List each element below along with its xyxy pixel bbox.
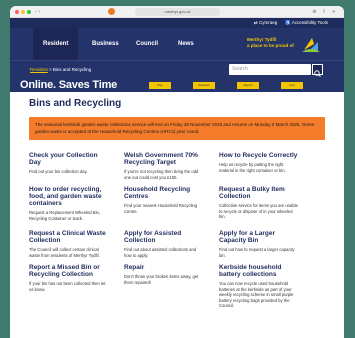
- card-text: Collection service for items you are una…: [219, 203, 298, 220]
- card-title[interactable]: Kerbside household battery collections: [219, 264, 299, 278]
- search-input[interactable]: Search: [229, 64, 311, 75]
- card-household-recycling-centres[interactable]: Household Recycling Centres Find your nea…: [124, 186, 204, 230]
- main-content: Bins and Recycling The seasonal kerbside…: [10, 98, 344, 308]
- banner-chip-pay[interactable]: Pay: [149, 82, 171, 89]
- card-text: Find out how to request a larger capacit…: [219, 247, 295, 258]
- card-text: You can now recycle used household batte…: [219, 281, 294, 308]
- accessibility-tools-link[interactable]: ♿ Accessibility Tools: [285, 20, 328, 26]
- search-button[interactable]: [312, 64, 323, 77]
- banner-chip-your[interactable]: Your: [281, 82, 303, 89]
- card-title[interactable]: Check your Collection Day: [29, 152, 109, 166]
- browser-toolbar: ‹ › merthyr.gov.uk ⊕ ⇧ +: [10, 6, 344, 18]
- card-bulky-item[interactable]: Request a Bulky Item Collection Collectio…: [219, 186, 299, 230]
- card-repair[interactable]: Repair Don't throw your broken items away…: [124, 264, 204, 308]
- close-dot[interactable]: [15, 9, 19, 14]
- card-title[interactable]: Repair: [124, 264, 204, 271]
- card-text: Find out your bin collection day.: [29, 169, 88, 174]
- card-title[interactable]: How to order recycling, food, and garden…: [29, 186, 109, 207]
- card-text: Help us recycle by putting the right mat…: [219, 162, 286, 173]
- nav-resident[interactable]: Resident: [33, 28, 79, 60]
- card-title[interactable]: How to Recycle Correctly: [219, 152, 299, 159]
- card-text: Don't throw your broken items away, get …: [124, 274, 199, 285]
- main-nav: Resident Business Council News Merthyr T…: [10, 28, 344, 60]
- banner-chip-request[interactable]: Request: [193, 82, 215, 89]
- card-recycle-correctly[interactable]: How to Recycle Correctly Help us recycle …: [219, 152, 299, 186]
- breadcrumb-current: Bins and Recycling: [52, 67, 92, 72]
- card-order-containers[interactable]: How to order recycling, food, and garden…: [29, 186, 109, 230]
- card-text: Request a Replacement Wheeled Bin, Recyc…: [29, 210, 100, 221]
- card-clinical-waste[interactable]: Request a Clinical Waste Collection The C…: [29, 230, 109, 264]
- card-title[interactable]: Request a Bulky Item Collection: [219, 186, 299, 200]
- zoom-dot[interactable]: [27, 9, 31, 14]
- card-title[interactable]: Apply for Assisted Collection: [124, 230, 204, 244]
- banner-chip-report[interactable]: Report: [237, 82, 259, 89]
- card-text: Find your nearest Household Recycling Ce…: [124, 203, 198, 214]
- breadcrumb: Resident > Bins and Recycling: [30, 67, 91, 72]
- alert-banner: The seasonal kerbside garden waste colle…: [29, 117, 325, 140]
- card-larger-bin[interactable]: Apply for a Larger Capacity Bin Find out …: [219, 230, 299, 264]
- service-card-grid: Check your Collection Day Find out your b…: [29, 152, 325, 308]
- site-favicon-icon: [108, 8, 115, 15]
- card-text: If you're not recycling then bring the o…: [124, 169, 199, 180]
- banner-title: Online. Saves Time: [20, 79, 118, 91]
- card-title[interactable]: Household Recycling Centres: [124, 186, 204, 200]
- council-logo-text[interactable]: Merthyr Tydfil a place to be proud of: [247, 37, 294, 49]
- logo-line-2: a place to be proud of: [247, 43, 294, 48]
- browser-window: ‹ › merthyr.gov.uk ⊕ ⇧ + ⇄ Cymraeg ♿ Acc…: [10, 6, 344, 338]
- card-check-collection-day[interactable]: Check your Collection Day Find out your b…: [29, 152, 109, 186]
- card-title[interactable]: Apply for a Larger Capacity Bin: [219, 230, 299, 244]
- back-forward-icon[interactable]: ‹ ›: [35, 6, 41, 18]
- card-missed-bin[interactable]: Report a Missed Bin or Recycling Collect…: [29, 264, 109, 308]
- card-battery-collections[interactable]: Kerbside household battery collections Yo…: [219, 264, 299, 308]
- card-title[interactable]: Welsh Government 70% Recycling Target: [124, 152, 204, 166]
- browser-actions-icon[interactable]: ⊕ ⇧ +: [312, 6, 338, 18]
- nav-council[interactable]: Council: [136, 41, 158, 47]
- card-text: Find out about assisted collections and …: [124, 247, 197, 258]
- cymraeg-link[interactable]: ⇄ Cymraeg: [254, 20, 277, 26]
- page-title: Bins and Recycling: [29, 98, 122, 109]
- breadcrumb-bar: Resident > Bins and Recycling Search: [10, 60, 344, 78]
- card-welsh-government-target[interactable]: Welsh Government 70% Recycling Target If …: [124, 152, 204, 186]
- utility-bar: ⇄ Cymraeg ♿ Accessibility Tools: [10, 18, 344, 28]
- address-bar[interactable]: merthyr.gov.uk: [135, 8, 220, 16]
- card-title[interactable]: Request a Clinical Waste Collection: [29, 230, 109, 244]
- card-title[interactable]: Report a Missed Bin or Recycling Collect…: [29, 264, 109, 278]
- search-icon: [314, 70, 321, 77]
- card-assisted-collection[interactable]: Apply for Assisted Collection Find out ab…: [124, 230, 204, 264]
- minimize-dot[interactable]: [21, 9, 25, 14]
- breadcrumb-home-link[interactable]: Resident: [30, 67, 48, 72]
- council-logo-icon[interactable]: [300, 34, 322, 54]
- card-text: The Council will collect certain clinica…: [29, 247, 100, 258]
- card-text: If your bin has not been collected then …: [29, 281, 106, 292]
- nav-news[interactable]: News: [178, 41, 194, 47]
- hero-banner: Online. Saves Time Pay Request Report Yo…: [10, 78, 344, 92]
- window-controls: [15, 9, 31, 14]
- nav-business[interactable]: Business: [92, 41, 119, 47]
